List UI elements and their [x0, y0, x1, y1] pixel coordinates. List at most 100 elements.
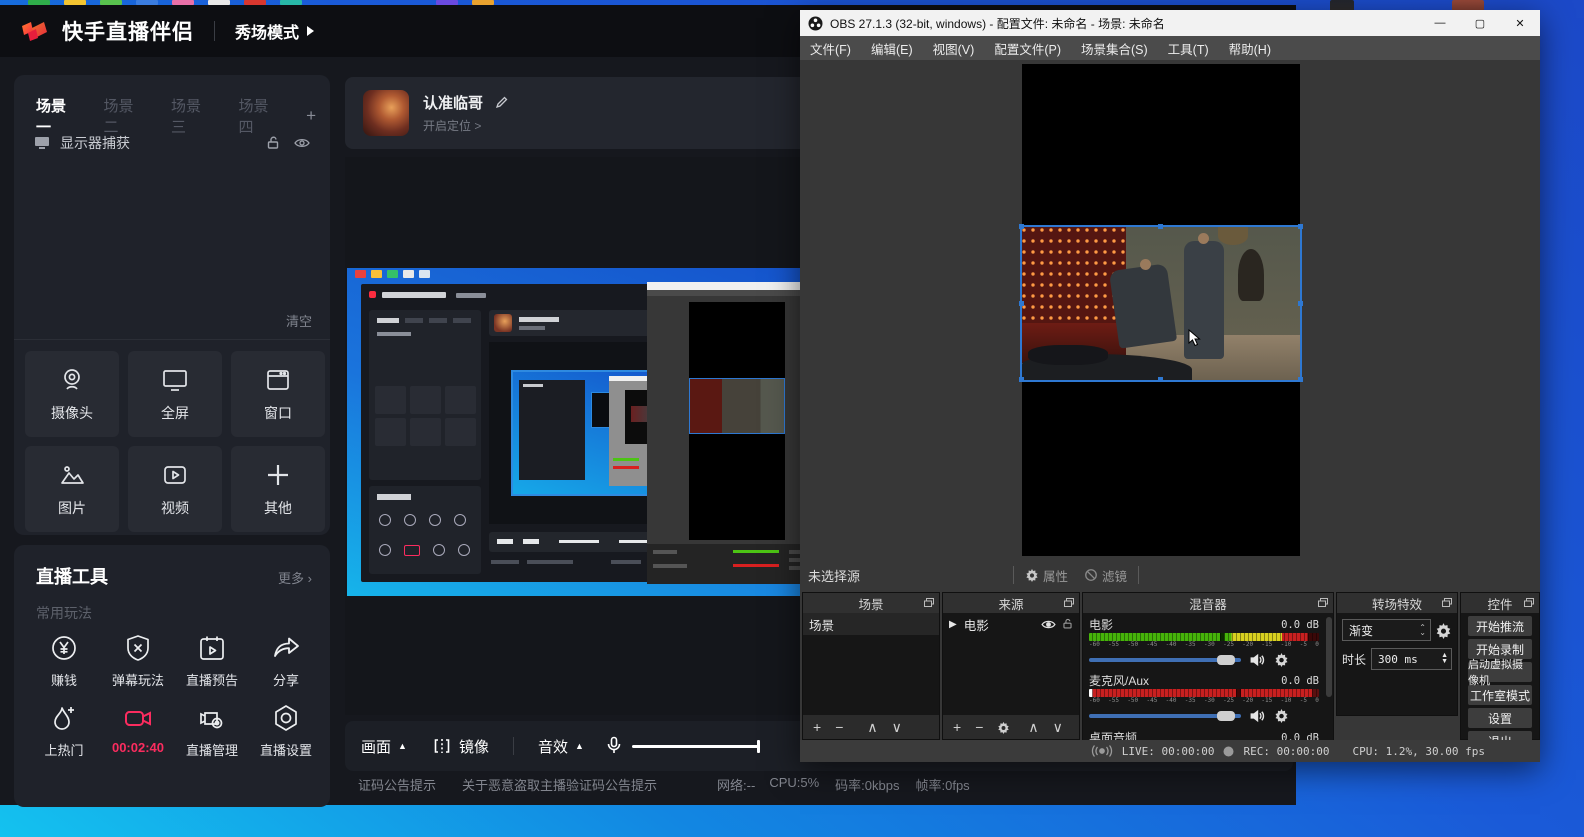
eye-icon[interactable]: [294, 137, 310, 149]
menu-view[interactable]: 视图(V): [923, 39, 985, 58]
capture-source-row[interactable]: 显示器捕获: [34, 133, 310, 153]
movie-source-selected[interactable]: [1022, 227, 1300, 380]
transition-gear-icon[interactable]: [1435, 622, 1452, 639]
scene-tab-4[interactable]: 场景四: [239, 95, 281, 137]
mixer-scrollbar[interactable]: [1326, 617, 1332, 697]
remove-scene-icon[interactable]: −: [835, 719, 843, 735]
move-up-icon[interactable]: ∧: [1028, 719, 1038, 736]
add-source-other[interactable]: 其他: [231, 446, 325, 532]
capture-source-label: 显示器捕获: [60, 133, 130, 153]
popout-icon[interactable]: [1318, 598, 1328, 607]
popout-icon[interactable]: [924, 598, 934, 607]
caret-up-icon[interactable]: ▲: [575, 741, 584, 751]
add-scene-button[interactable]: +: [306, 106, 316, 126]
menu-edit[interactable]: 编辑(E): [861, 39, 923, 58]
obs-program-canvas[interactable]: [1022, 64, 1300, 556]
unlock-icon[interactable]: [266, 136, 280, 150]
minimize-button[interactable]: —: [1420, 10, 1460, 36]
menu-scene-collection[interactable]: 场景集合(S): [1071, 39, 1158, 58]
move-down-icon[interactable]: ∨: [1053, 719, 1063, 736]
remove-source-icon[interactable]: −: [975, 719, 983, 735]
menu-tools[interactable]: 工具(T): [1158, 39, 1219, 58]
sources-dock-header[interactable]: 来源: [943, 593, 1079, 613]
close-button[interactable]: ✕: [1500, 10, 1540, 36]
add-source-icon[interactable]: +: [953, 719, 961, 735]
menu-profile[interactable]: 配置文件(P): [984, 39, 1071, 58]
tool-trending[interactable]: 上热门: [28, 703, 100, 759]
caret-up-icon[interactable]: ▲: [398, 741, 407, 751]
mixer-dock-header[interactable]: 混音器: [1083, 593, 1333, 613]
audio-meter: [1089, 689, 1319, 697]
tool-share[interactable]: 分享: [250, 633, 322, 689]
virtual-camera-button[interactable]: 启动虚拟摄像机: [1468, 662, 1532, 682]
maximize-button[interactable]: ▢: [1460, 10, 1500, 36]
source-list-item[interactable]: ▶ 电影: [943, 613, 1079, 635]
avatar[interactable]: [363, 90, 409, 136]
add-source-fullscreen[interactable]: 全屏: [128, 351, 222, 437]
settings-button[interactable]: 设置: [1468, 708, 1532, 728]
transition-select[interactable]: 渐变 ⌃⌄: [1342, 619, 1431, 641]
scene-list-item[interactable]: 场景: [803, 613, 939, 635]
move-up-icon[interactable]: ∧: [867, 719, 877, 736]
location-toggle[interactable]: 开启定位 >: [423, 117, 481, 134]
shield-x-icon: [123, 633, 153, 663]
tool-recording-timer[interactable]: 00:02:40: [102, 703, 174, 759]
notice-link[interactable]: 证码公告提示: [358, 775, 436, 794]
popout-icon[interactable]: [1064, 598, 1074, 607]
sound-menu[interactable]: 音效: [538, 736, 568, 757]
source-properties-gear-icon[interactable]: [997, 721, 1010, 734]
edit-pencil-icon[interactable]: [495, 96, 508, 109]
more-link[interactable]: 更多 ›: [278, 568, 312, 587]
scenes-dock-header[interactable]: 场景: [803, 593, 939, 613]
tool-earn-money[interactable]: 赚钱: [28, 633, 100, 689]
tool-live-preview[interactable]: 直播预告: [176, 633, 248, 689]
clear-button[interactable]: 清空: [286, 311, 312, 330]
scene-tab-3[interactable]: 场景三: [171, 95, 213, 137]
tool-danmu-play[interactable]: 弹幕玩法: [102, 633, 174, 689]
add-source-camera[interactable]: 摄像头: [25, 351, 119, 437]
webcam-icon: [58, 366, 86, 394]
mirror-label[interactable]: 镜像: [459, 736, 489, 757]
popout-icon[interactable]: [1524, 598, 1534, 607]
microphone-icon[interactable]: [606, 736, 622, 756]
scenes-dock: 场景 场景 + − ∧ ∨: [802, 592, 940, 740]
popout-icon[interactable]: [1442, 598, 1452, 607]
add-scene-icon[interactable]: +: [813, 719, 821, 735]
controls-dock-header[interactable]: 控件: [1461, 593, 1539, 613]
lock-icon[interactable]: [1062, 618, 1073, 630]
start-streaming-button[interactable]: 开始推流: [1468, 616, 1532, 636]
add-source-window[interactable]: 窗口: [231, 351, 325, 437]
move-down-icon[interactable]: ∨: [892, 719, 902, 736]
gear-icon[interactable]: [1274, 652, 1289, 667]
screen-menu[interactable]: 画面: [361, 736, 391, 757]
mode-switcher[interactable]: 秀场模式: [235, 19, 299, 43]
gear-icon[interactable]: [1274, 708, 1289, 723]
menu-help[interactable]: 帮助(H): [1219, 39, 1281, 58]
scene-tab-2[interactable]: 场景二: [104, 95, 146, 137]
speaker-icon[interactable]: [1249, 653, 1266, 667]
scene-tab-1[interactable]: 场景一: [36, 95, 78, 137]
volume-slider[interactable]: [1089, 658, 1241, 662]
obs-titlebar[interactable]: OBS 27.1.3 (32-bit, windows) - 配置文件: 未命名…: [800, 10, 1540, 36]
mini-obs-window: [647, 282, 825, 584]
properties-button[interactable]: 属性: [1017, 564, 1076, 587]
volume-slider[interactable]: [1089, 714, 1241, 718]
mic-volume-slider[interactable]: [632, 745, 760, 748]
tool-live-manage[interactable]: 直播管理: [176, 703, 248, 759]
add-source-video[interactable]: 视频: [128, 446, 222, 532]
visible-eye-icon[interactable]: [1041, 619, 1056, 630]
mouse-cursor: [1188, 329, 1201, 347]
transitions-dock-header[interactable]: 转场特效: [1337, 593, 1457, 613]
mirror-icon[interactable]: [433, 738, 451, 754]
filters-button[interactable]: 滤镜: [1076, 564, 1135, 587]
mixer-channel-movie: 电影 0.0 dB -60-55-50-45-40-35-30-25-20-15…: [1083, 613, 1333, 667]
speaker-icon[interactable]: [1249, 709, 1266, 723]
mode-caret-icon[interactable]: [307, 26, 314, 36]
studio-mode-button[interactable]: 工作室模式: [1468, 685, 1532, 705]
menu-file[interactable]: 文件(F): [800, 39, 861, 58]
add-source-image[interactable]: 图片: [25, 446, 119, 532]
notice-link[interactable]: 关于恶意盗取主播验证码公告提示: [462, 775, 657, 794]
duration-spinbox[interactable]: 300 ms ▲▼: [1371, 648, 1452, 670]
window-icon: [264, 366, 292, 394]
tool-live-settings[interactable]: 直播设置: [250, 703, 322, 759]
